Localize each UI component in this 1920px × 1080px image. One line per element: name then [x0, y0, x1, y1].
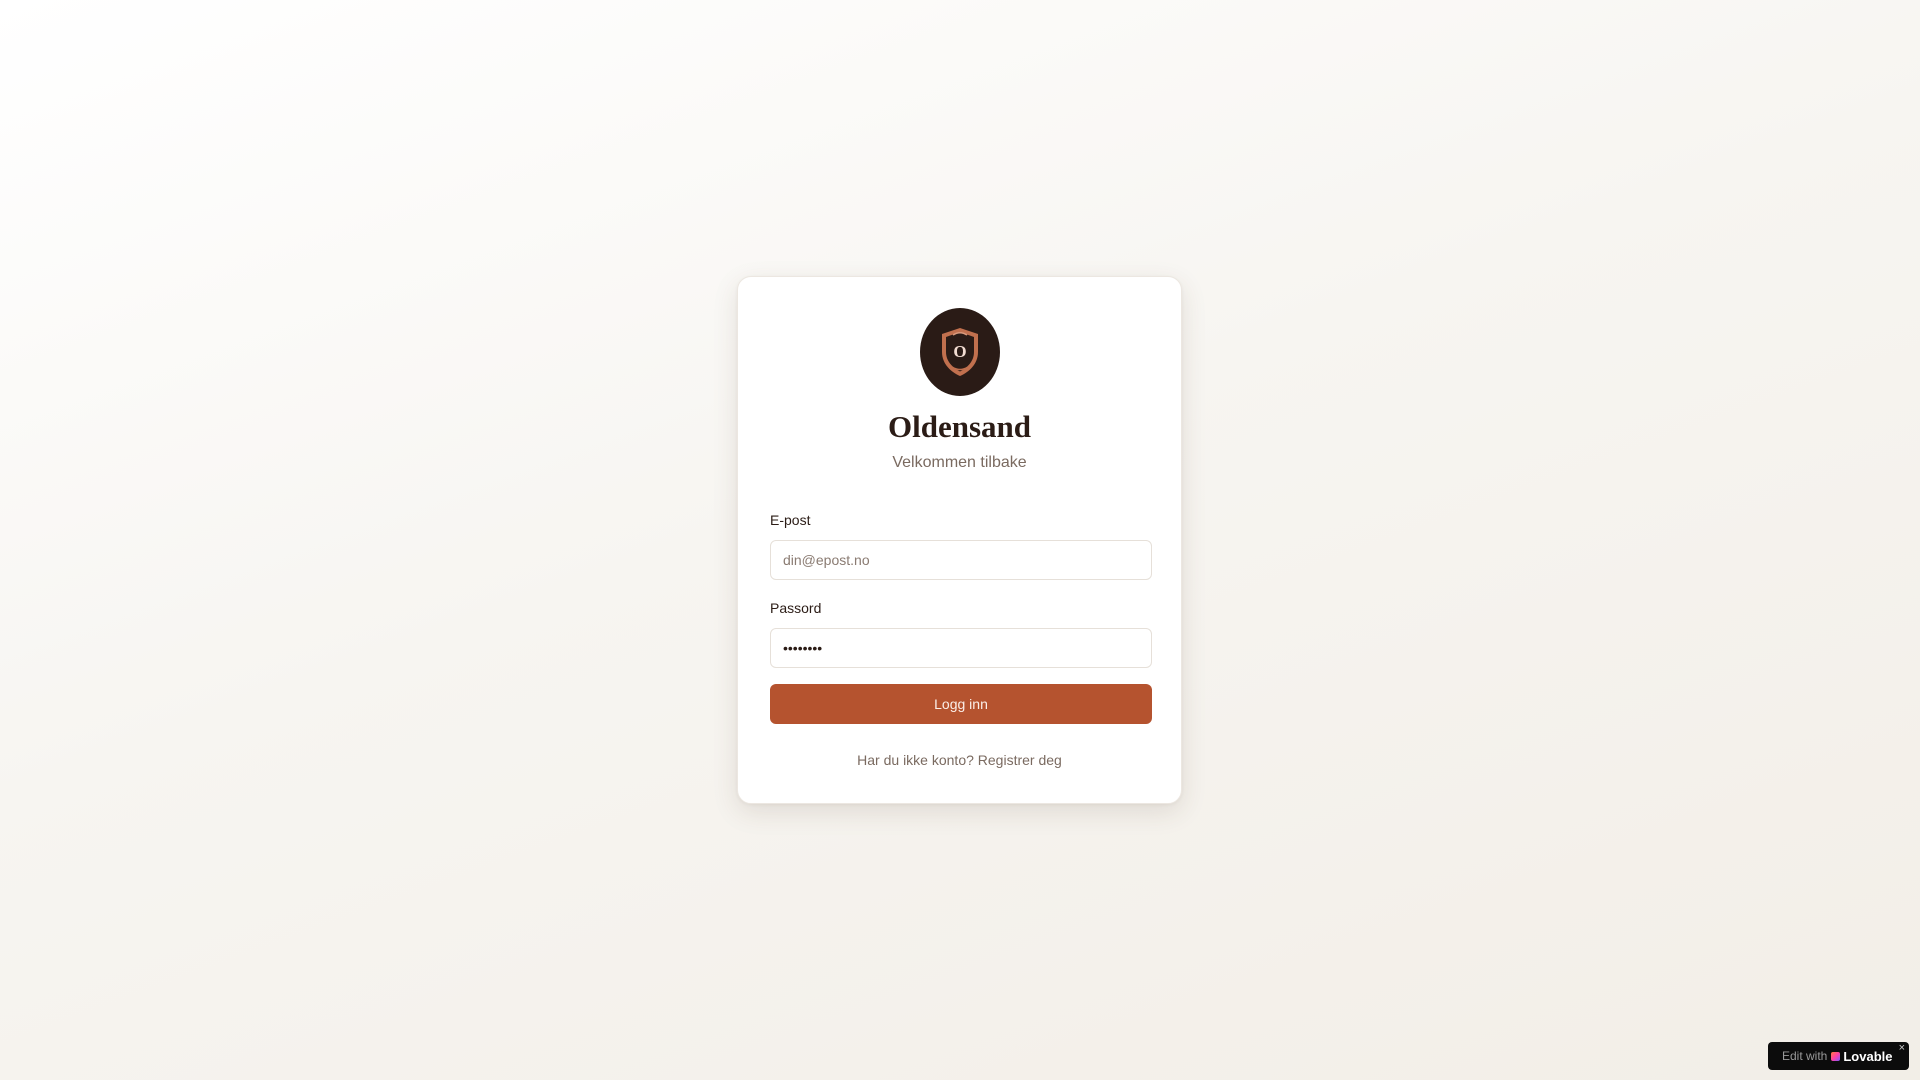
brand-logo: O: [920, 308, 1000, 396]
app-title: Oldensand: [887, 409, 1031, 444]
logo-letter: O: [953, 342, 966, 361]
shield-icon: O: [942, 328, 978, 376]
badge-prefix: Edit with: [1782, 1049, 1828, 1063]
close-icon[interactable]: ×: [1899, 1043, 1905, 1054]
login-card: O Oldensand Velkommen tilbake E-post Pas…: [737, 276, 1182, 804]
lovable-name: Lovable: [1843, 1048, 1893, 1064]
edit-with-lovable-badge[interactable]: Edit with Lovable ×: [1768, 1042, 1909, 1070]
lovable-logo: Lovable: [1831, 1049, 1892, 1064]
lovable-heart-icon: [1831, 1051, 1841, 1061]
register-question: Har du ikke konto?: [857, 752, 974, 768]
register-link[interactable]: Registrer deg: [978, 752, 1062, 768]
password-input[interactable]: [770, 628, 1152, 668]
welcome-subtitle: Velkommen tilbake: [892, 454, 1027, 471]
email-input[interactable]: [770, 540, 1152, 580]
email-label: E-post: [770, 512, 811, 528]
login-button[interactable]: Logg inn: [770, 684, 1152, 724]
password-label: Passord: [770, 600, 822, 616]
register-prompt: Har du ikke konto? Registrer deg: [738, 753, 1181, 767]
